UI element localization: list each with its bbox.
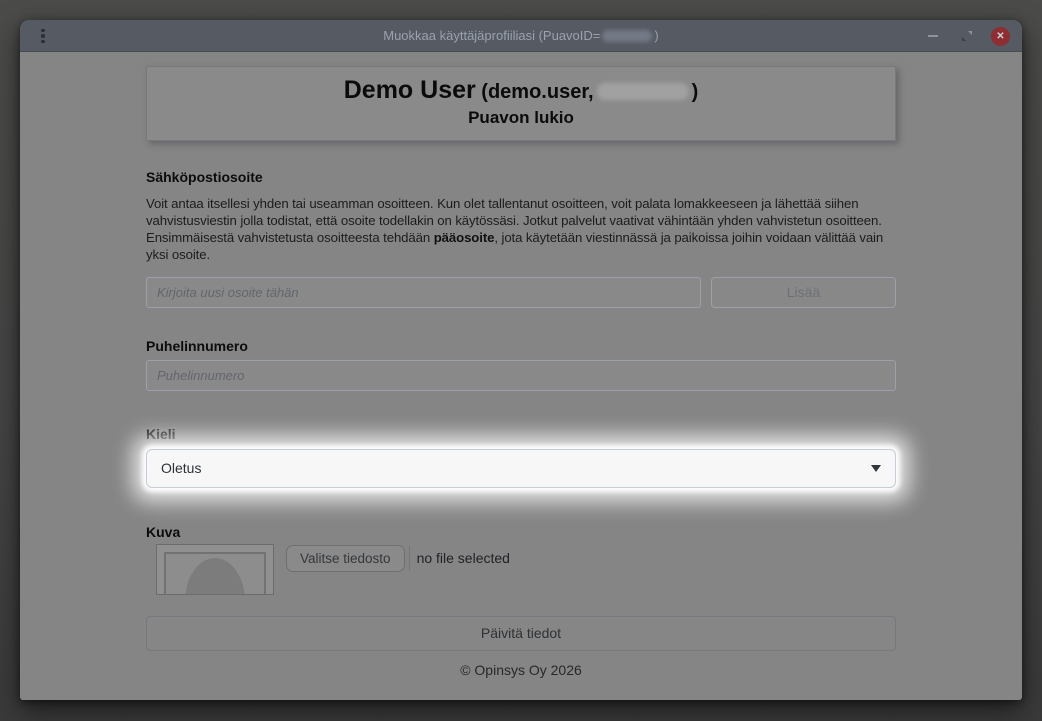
email-input-row: Lisää (146, 277, 896, 308)
redacted-puavo-id (602, 30, 652, 42)
restore-icon (961, 30, 973, 42)
profile-photo-preview (156, 544, 274, 595)
language-select[interactable]: Oletus (146, 449, 896, 488)
profile-header-card: Demo User (demo.user,) Puavon lukio (146, 66, 896, 141)
app-window: Muokkaa käyttäjäprofiiliasi (PuavoID=) ✕… (20, 20, 1022, 700)
window-title-text: Muokkaa käyttäjäprofiiliasi (PuavoID= (383, 28, 600, 43)
email-section-description: Voit antaa itsellesi yhden tai useamman … (146, 195, 896, 263)
profile-school: Puavon lukio (163, 108, 879, 128)
profile-form: Demo User (demo.user,) Puavon lukio Sähk… (146, 52, 896, 678)
page-content: Demo User (demo.user,) Puavon lukio Sähk… (20, 52, 1022, 700)
titlebar[interactable]: Muokkaa käyttäjäprofiiliasi (PuavoID=) ✕ (20, 20, 1022, 52)
window-title: Muokkaa käyttäjäprofiiliasi (PuavoID=) (383, 28, 658, 43)
add-email-button[interactable]: Lisää (711, 277, 896, 308)
menu-kebab-icon[interactable] (34, 27, 52, 45)
redacted-user-id (597, 83, 689, 100)
language-select-value: Oletus (161, 460, 871, 476)
phone-section-label: Puhelinnumero (146, 338, 896, 354)
email-section-label: Sähköpostiosoite (146, 169, 896, 185)
footer-copyright: © Opinsys Oy 2026 (146, 662, 896, 678)
window-controls: ✕ (923, 20, 1010, 52)
language-section-label: Kieli (146, 426, 896, 442)
new-email-input[interactable] (146, 277, 701, 308)
photo-section-label: Kuva (146, 524, 896, 540)
photo-row: Valitse tiedosto no file selected (146, 544, 896, 595)
file-upload-control: Valitse tiedosto no file selected (286, 545, 510, 572)
update-info-button[interactable]: Päivitä tiedot (146, 616, 896, 651)
file-status-text: no file selected (417, 550, 510, 566)
close-button[interactable]: ✕ (991, 27, 1010, 46)
minimize-button[interactable] (923, 26, 943, 46)
restore-button[interactable] (957, 26, 977, 46)
phone-number-input[interactable] (146, 360, 896, 391)
profile-name: Demo User (344, 76, 476, 104)
chevron-down-icon (871, 465, 881, 472)
choose-file-button[interactable]: Valitse tiedosto (286, 545, 405, 572)
file-input-divider (409, 546, 410, 571)
minimize-icon (928, 35, 938, 37)
profile-username: (demo.user, (476, 81, 594, 103)
profile-name-line: Demo User (demo.user,) (163, 76, 879, 105)
